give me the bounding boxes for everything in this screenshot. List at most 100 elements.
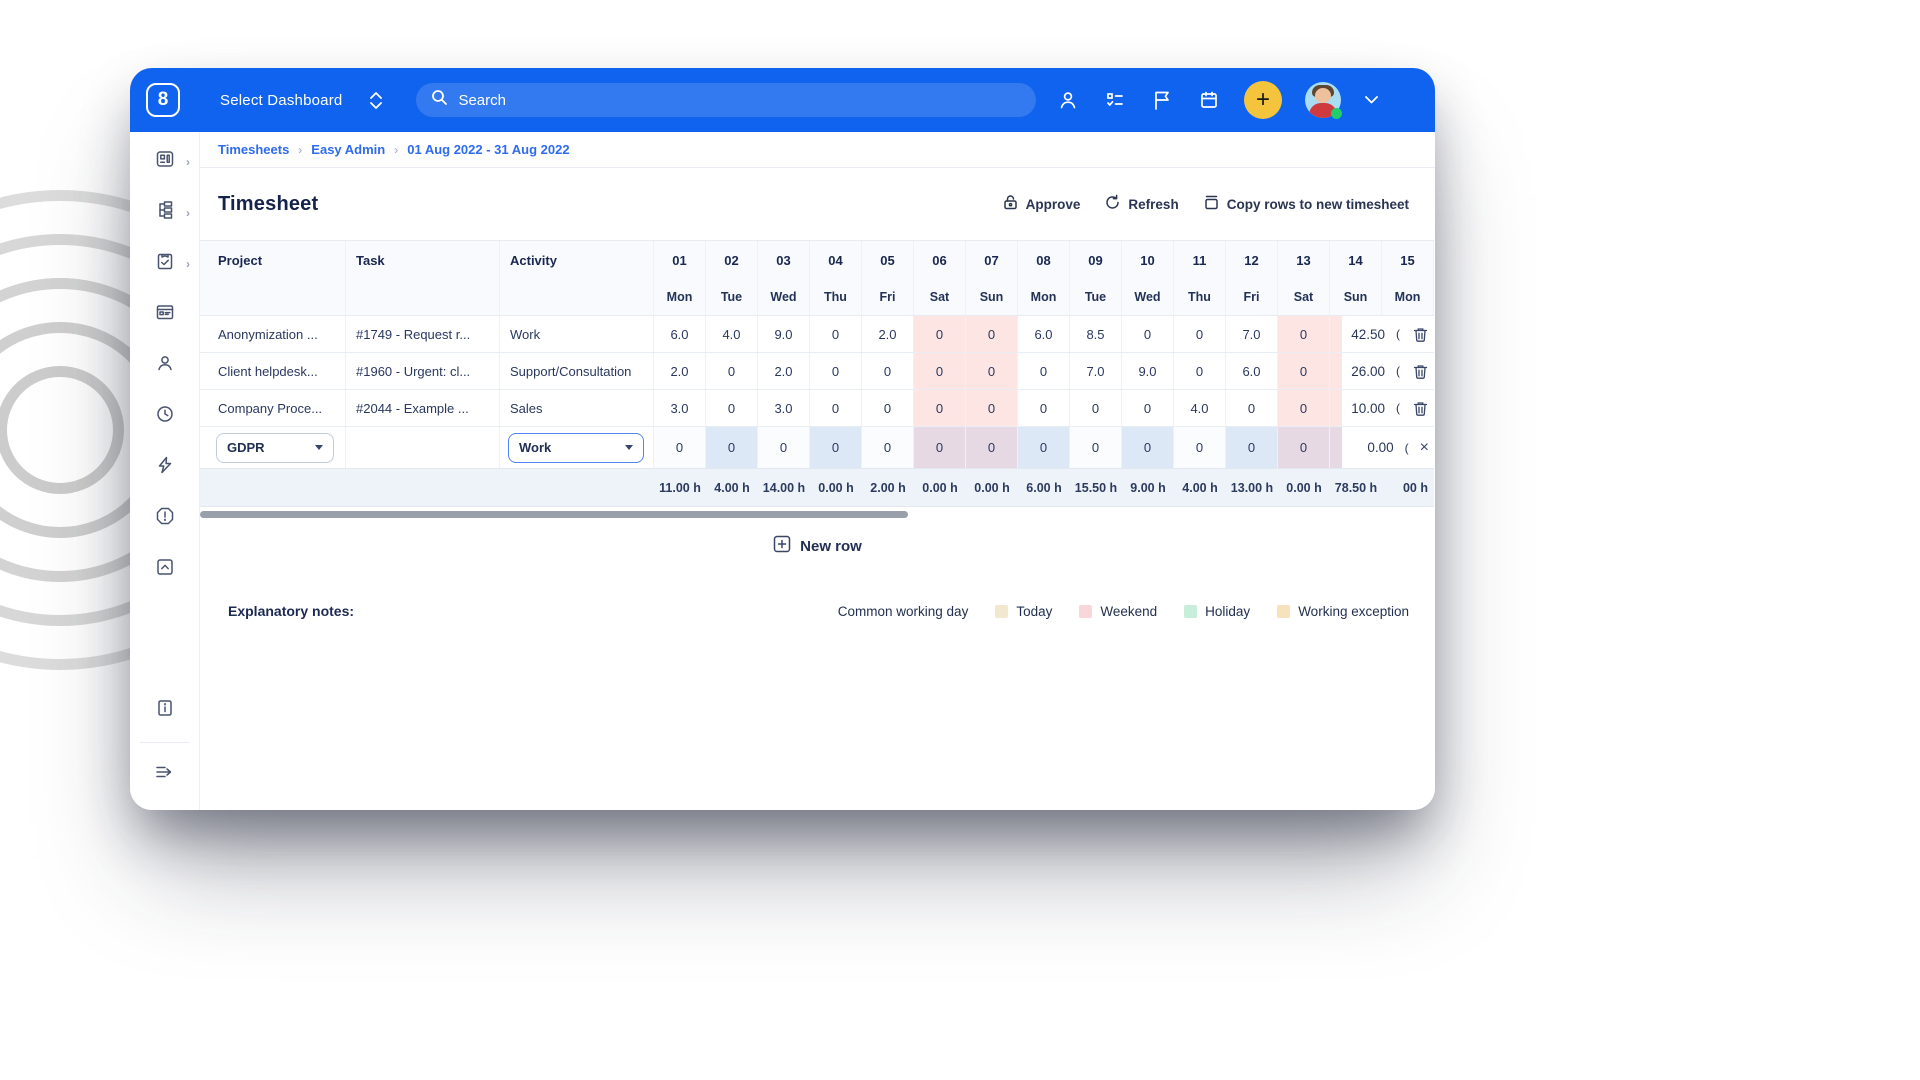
hours-cell[interactable]: 0	[810, 353, 862, 389]
hours-cell[interactable]: 0	[862, 390, 914, 426]
hours-cell[interactable]: 0	[966, 316, 1018, 352]
hours-cell[interactable]: 0	[1174, 427, 1226, 468]
hours-cell[interactable]: 0	[966, 390, 1018, 426]
hours-cell[interactable]: 0	[862, 353, 914, 389]
hours-cell[interactable]: 0	[914, 427, 966, 468]
hours-cell[interactable]: 0	[1122, 316, 1174, 352]
project-cell[interactable]: Anonymization ...	[200, 316, 346, 352]
sidebar-item-user[interactable]	[130, 340, 199, 391]
hours-cell[interactable]: 0	[1122, 427, 1174, 468]
chevron-down-icon[interactable]	[1364, 88, 1378, 112]
select-dashboard-button[interactable]: Select Dashboard	[220, 92, 342, 109]
hours-cell[interactable]: 0	[1070, 390, 1122, 426]
sidebar-item-time[interactable]	[130, 391, 199, 442]
hours-cell[interactable]: 3.0	[654, 390, 706, 426]
remove-row-button[interactable]: ×	[1420, 440, 1429, 456]
hours-cell[interactable]: 0	[1018, 427, 1070, 468]
hours-cell[interactable]: 0	[862, 427, 914, 468]
approve-button[interactable]: Approve	[1002, 194, 1081, 214]
hours-cell[interactable]: 6.0	[1226, 353, 1278, 389]
apps-grid-icon[interactable]	[1401, 91, 1419, 109]
dashboard-switcher-icon[interactable]	[370, 92, 382, 109]
hours-cell[interactable]: 7.0	[1226, 316, 1278, 352]
sidebar-item-project-tree[interactable]: ›	[130, 187, 199, 238]
hours-cell[interactable]: 2.0	[758, 353, 810, 389]
sidebar-item-info[interactable]	[130, 685, 199, 736]
hours-cell[interactable]: 0	[914, 316, 966, 352]
hours-cell[interactable]: 0	[914, 353, 966, 389]
hours-cell[interactable]: 0	[706, 427, 758, 468]
hours-cell[interactable]: 4.0	[1174, 390, 1226, 426]
hours-cell[interactable]: 2.0	[862, 316, 914, 352]
hours-cell[interactable]: 6.0	[654, 316, 706, 352]
hours-cell[interactable]: 6.0	[1018, 316, 1070, 352]
task-cell[interactable]	[346, 427, 500, 468]
breadcrumb-item[interactable]: Easy Admin	[311, 142, 385, 157]
hours-cell[interactable]: 0	[810, 390, 862, 426]
hours-cell[interactable]: 0	[1226, 427, 1278, 468]
hours-cell[interactable]: 0	[1278, 316, 1330, 352]
hours-cell[interactable]: 0	[1070, 427, 1122, 468]
search-bar[interactable]	[416, 83, 1036, 117]
activity-select[interactable]: Work	[508, 433, 644, 463]
copy-rows-button[interactable]: Copy rows to new timesheet	[1203, 194, 1409, 214]
task-cell[interactable]: #1960 - Urgent: cl...	[346, 353, 500, 389]
search-input[interactable]	[458, 92, 1021, 109]
sidebar-item-browser-window[interactable]	[130, 289, 199, 340]
hours-cell[interactable]: 0	[1278, 427, 1330, 468]
delete-row-button[interactable]	[1411, 325, 1429, 343]
hours-cell[interactable]: 9.0	[758, 316, 810, 352]
hours-cell[interactable]: 0	[706, 390, 758, 426]
hours-cell[interactable]: 0	[1018, 390, 1070, 426]
sidebar-item-quick-actions[interactable]	[130, 442, 199, 493]
app-logo[interactable]: 8	[146, 83, 180, 117]
hours-cell[interactable]: 0	[1278, 353, 1330, 389]
project-cell[interactable]: Company Proce...	[200, 390, 346, 426]
hours-cell[interactable]: 0	[1174, 353, 1226, 389]
checklist-icon[interactable]	[1103, 88, 1127, 112]
activity-cell[interactable]: Work	[500, 316, 654, 352]
hours-cell[interactable]: 2.0	[654, 353, 706, 389]
hours-cell[interactable]: 0	[966, 427, 1018, 468]
hours-cell[interactable]: 0	[1122, 390, 1174, 426]
task-cell[interactable]: #1749 - Request r...	[346, 316, 500, 352]
hours-cell[interactable]: 0	[706, 353, 758, 389]
hours-cell[interactable]: 8.5	[1070, 316, 1122, 352]
sidebar-item-collapse-up[interactable]	[130, 544, 199, 595]
project-cell[interactable]: Client helpdesk...	[200, 353, 346, 389]
hours-cell[interactable]: 0	[654, 427, 706, 468]
new-row-button[interactable]: New row	[773, 535, 862, 557]
delete-row-button[interactable]	[1411, 362, 1429, 380]
delete-row-button[interactable]	[1411, 399, 1429, 417]
calendar-icon[interactable]	[1197, 88, 1221, 112]
project-select[interactable]: GDPR	[216, 433, 334, 463]
sidebar-item-expand-menu[interactable]	[130, 749, 199, 800]
hours-cell[interactable]: 0	[1278, 390, 1330, 426]
hours-cell[interactable]: 0	[758, 427, 810, 468]
sidebar-item-alerts[interactable]	[130, 493, 199, 544]
hours-cell[interactable]: 3.0	[758, 390, 810, 426]
sidebar-item-tasks[interactable]: ›	[130, 238, 199, 289]
breadcrumb-item[interactable]: 01 Aug 2022 - 31 Aug 2022	[407, 142, 569, 157]
add-button[interactable]: +	[1244, 81, 1282, 119]
avatar[interactable]	[1305, 82, 1341, 118]
hours-cell[interactable]: 0	[914, 390, 966, 426]
sidebar-item-dashboards[interactable]: ›	[130, 136, 199, 187]
refresh-button[interactable]: Refresh	[1104, 194, 1178, 214]
hours-cell[interactable]: 4.0	[706, 316, 758, 352]
hours-cell[interactable]: 0	[1018, 353, 1070, 389]
hours-cell[interactable]: 0	[966, 353, 1018, 389]
hours-cell[interactable]: 0	[810, 427, 862, 468]
hours-cell[interactable]: 9.0	[1122, 353, 1174, 389]
hours-cell[interactable]: 0	[1226, 390, 1278, 426]
user-icon[interactable]	[1056, 88, 1080, 112]
flag-icon[interactable]	[1150, 88, 1174, 112]
task-cell[interactable]: #2044 - Example ...	[346, 390, 500, 426]
scrollbar-thumb[interactable]	[200, 511, 908, 518]
hours-cell[interactable]: 0	[810, 316, 862, 352]
hours-cell[interactable]: 0	[1174, 316, 1226, 352]
breadcrumb-item[interactable]: Timesheets	[218, 142, 289, 157]
activity-cell[interactable]: Support/Consultation	[500, 353, 654, 389]
activity-cell[interactable]: Sales	[500, 390, 654, 426]
hours-cell[interactable]: 7.0	[1070, 353, 1122, 389]
